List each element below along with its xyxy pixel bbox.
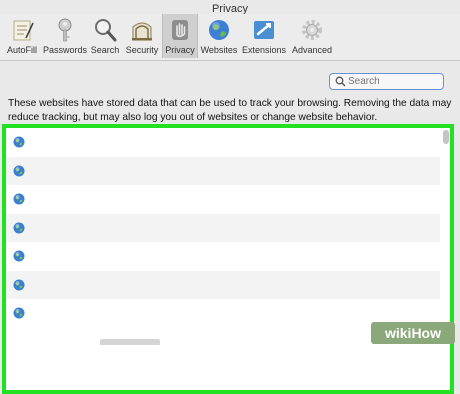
website-row[interactable]	[6, 242, 440, 271]
search-field[interactable]	[329, 73, 444, 90]
toolbar-label-advanced: Advanced	[291, 45, 333, 55]
preferences-toolbar: AutoFill Passwords Search Security Priva…	[0, 14, 460, 61]
globe-icon	[13, 136, 25, 148]
list-scrollbar[interactable]	[443, 130, 449, 144]
globe-icon	[13, 250, 25, 262]
globe-icon	[209, 20, 229, 40]
autofill-icon	[13, 20, 34, 41]
toolbar-label-websites: Websites	[200, 45, 238, 55]
globe-icon	[13, 165, 25, 176]
website-row[interactable]	[6, 270, 440, 299]
toolbar-label-autofill: AutoFill	[6, 45, 37, 55]
puzzle-icon	[254, 21, 274, 39]
website-row[interactable]	[6, 128, 440, 157]
toolbar-label-extensions: Extensions	[241, 45, 287, 55]
gear-icon	[302, 20, 322, 40]
website-row[interactable]	[6, 185, 440, 214]
toolbar-item-websites[interactable]: Websites	[198, 14, 240, 58]
globe-icon	[13, 279, 25, 290]
key-icon	[58, 18, 72, 42]
hand-icon	[172, 20, 188, 40]
globe-icon	[13, 222, 25, 233]
bottom-button-edge	[100, 339, 160, 345]
privacy-pane: These websites have stored data that can…	[0, 61, 460, 394]
toolbar-item-security[interactable]: Security	[122, 14, 162, 58]
toolbar-item-privacy[interactable]: Privacy	[162, 14, 198, 58]
toolbar-label-privacy: Privacy	[165, 45, 195, 55]
globe-icon	[13, 193, 25, 205]
privacy-description: These websites have stored data that can…	[8, 98, 452, 123]
website-row[interactable]	[6, 213, 440, 242]
magnifier-icon	[95, 19, 117, 42]
toolbar-item-extensions[interactable]: Extensions	[240, 14, 288, 58]
toolbar-item-advanced[interactable]: Advanced	[288, 14, 336, 58]
toolbar-item-passwords[interactable]: Passwords	[42, 14, 88, 58]
wikihow-watermark: wikiHow	[371, 322, 455, 344]
search-icon	[335, 76, 346, 87]
website-row[interactable]	[6, 156, 440, 185]
website-rows	[6, 128, 440, 390]
toolbar-item-search[interactable]: Search	[88, 14, 122, 58]
security-icon	[132, 22, 152, 41]
globe-icon	[13, 307, 25, 319]
website-data-list[interactable]	[2, 124, 454, 394]
toolbar-label-search: Search	[90, 45, 120, 55]
search-input[interactable]	[348, 75, 438, 88]
toolbar-label-security: Security	[125, 45, 159, 55]
toolbar-label-passwords: Passwords	[42, 45, 87, 55]
toolbar-item-autofill[interactable]: AutoFill	[2, 14, 42, 58]
